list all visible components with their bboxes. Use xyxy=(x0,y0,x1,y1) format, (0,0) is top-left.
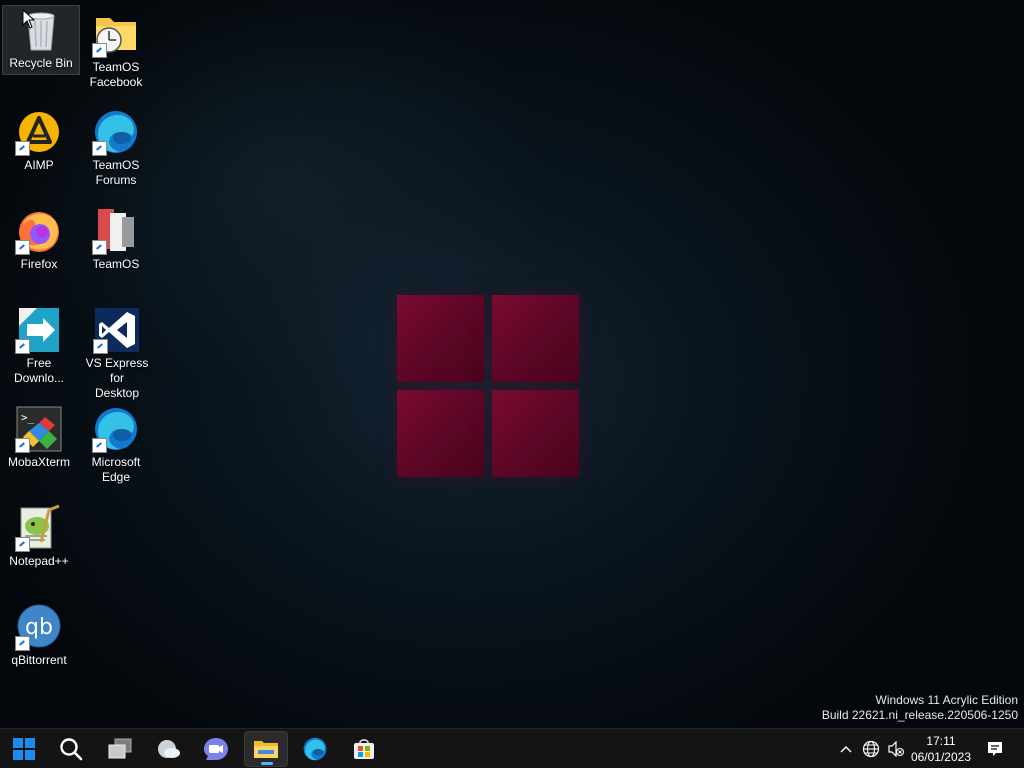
desktop-icon-label: qBittorrent xyxy=(11,653,67,667)
task-view-button[interactable] xyxy=(98,731,142,767)
shortcut-arrow-icon xyxy=(15,438,30,453)
desktop-icon-label: TeamOS Facebook xyxy=(89,60,143,89)
desktop-icon-label: AIMP xyxy=(24,158,54,172)
desktop-icon-label: Recycle Bin xyxy=(9,56,73,70)
desktop-icon-mobaxterm[interactable]: >_ MobaXterm xyxy=(1,405,77,470)
clock-time: 17:11 xyxy=(926,734,956,748)
teamos-icon xyxy=(92,207,140,255)
edition-watermark: Windows 11 Acrylic Edition Build 22621.n… xyxy=(822,693,1018,723)
weather-widget-icon xyxy=(158,740,180,758)
shortcut-arrow-icon xyxy=(15,636,30,651)
store-button[interactable] xyxy=(342,731,386,767)
windows-start-icon xyxy=(13,738,35,760)
desktop-icon-free-download-manager[interactable]: Free Downlo... xyxy=(1,306,77,386)
desktop-icon-teamos-facebook[interactable]: TeamOS Facebook xyxy=(78,10,154,90)
task-view-icon xyxy=(108,738,132,759)
chat-button[interactable] xyxy=(194,731,238,767)
desktop-icon-vs-express[interactable]: VS Express for Desktop xyxy=(78,306,156,401)
folder-icon xyxy=(254,741,278,758)
volume-button[interactable] xyxy=(886,739,906,759)
desktop-icon-qbittorrent[interactable]: qb qBittorrent xyxy=(1,603,77,668)
watermark-build: Build 22621.ni_release.220506-1250 xyxy=(821,708,1018,722)
notification-icon xyxy=(988,742,1002,756)
desktop-icon-label: Notepad++ xyxy=(9,554,69,568)
desktop-icon-label: TeamOS Forums xyxy=(92,158,140,187)
qbittorrent-icon: qb xyxy=(15,603,63,651)
start-button[interactable] xyxy=(2,731,46,767)
desktop-icon-label: Free Downlo... xyxy=(13,356,65,385)
globe-network-icon xyxy=(862,740,880,758)
shortcut-arrow-icon xyxy=(15,141,30,156)
widgets-button[interactable] xyxy=(146,731,190,767)
notification-center-button[interactable] xyxy=(984,739,1006,759)
svg-text:>_: >_ xyxy=(21,411,35,424)
desktop-icon-label: MobaXterm xyxy=(7,455,71,469)
desktop-icon-label: Microsoft Edge xyxy=(91,455,141,484)
folder-clock-icon xyxy=(92,10,140,58)
desktop-icon-label: Firefox xyxy=(20,257,58,271)
notepad-plus-plus-icon xyxy=(15,504,63,552)
shortcut-arrow-icon xyxy=(93,339,108,354)
desktop-icon-teamos[interactable]: TeamOS xyxy=(78,207,154,272)
edge-icon xyxy=(92,405,140,453)
shortcut-arrow-icon xyxy=(92,438,107,453)
shortcut-arrow-icon xyxy=(92,141,107,156)
desktop-icon-label: VS Express for Desktop xyxy=(85,356,149,400)
shortcut-arrow-icon xyxy=(15,339,30,354)
free-download-manager-icon xyxy=(15,306,63,354)
mobaxterm-icon: >_ xyxy=(15,405,63,453)
search-button[interactable] xyxy=(49,731,93,767)
mouse-cursor-icon xyxy=(22,8,36,34)
desktop-icon-label: TeamOS xyxy=(92,257,140,271)
file-explorer-button[interactable] xyxy=(244,731,288,767)
clock[interactable]: 17:11 06/01/2023 xyxy=(911,733,971,765)
desktop-icon-aimp[interactable]: AIMP xyxy=(1,108,77,173)
desktop-icon-notepad-plus-plus[interactable]: Notepad++ xyxy=(1,504,77,569)
desktop-icon-firefox[interactable]: Firefox xyxy=(1,207,77,272)
desktop-icon-recycle-bin[interactable]: Recycle Bin xyxy=(2,5,80,75)
shortcut-arrow-icon xyxy=(92,43,107,58)
wallpaper-windows-logo xyxy=(397,295,579,477)
network-button[interactable] xyxy=(861,739,881,759)
taskbar: 17:11 06/01/2023 xyxy=(0,728,1024,768)
shortcut-arrow-icon xyxy=(15,240,30,255)
store-icon xyxy=(354,739,374,759)
edge-icon xyxy=(303,737,327,761)
aimp-icon xyxy=(15,108,63,156)
shortcut-arrow-icon xyxy=(15,537,30,552)
volume-muted-icon xyxy=(888,741,905,757)
show-hidden-icons-button[interactable] xyxy=(838,739,854,759)
desktop-icon-teamos-forums[interactable]: TeamOS Forums xyxy=(78,108,154,188)
edge-icon xyxy=(92,108,140,156)
search-icon xyxy=(60,738,83,761)
clock-date: 06/01/2023 xyxy=(910,750,971,764)
firefox-icon xyxy=(15,207,63,255)
chevron-up-icon xyxy=(840,746,852,753)
shortcut-arrow-icon xyxy=(92,240,107,255)
watermark-edition: Windows 11 Acrylic Edition xyxy=(875,693,1019,707)
visual-studio-icon xyxy=(93,306,141,354)
desktop[interactable]: Recycle Bin TeamOS Facebook AIMP TeamOS … xyxy=(0,0,1024,768)
teams-chat-icon xyxy=(204,738,228,760)
edge-taskbar-button[interactable] xyxy=(293,731,337,767)
desktop-icon-microsoft-edge[interactable]: Microsoft Edge xyxy=(78,405,154,485)
